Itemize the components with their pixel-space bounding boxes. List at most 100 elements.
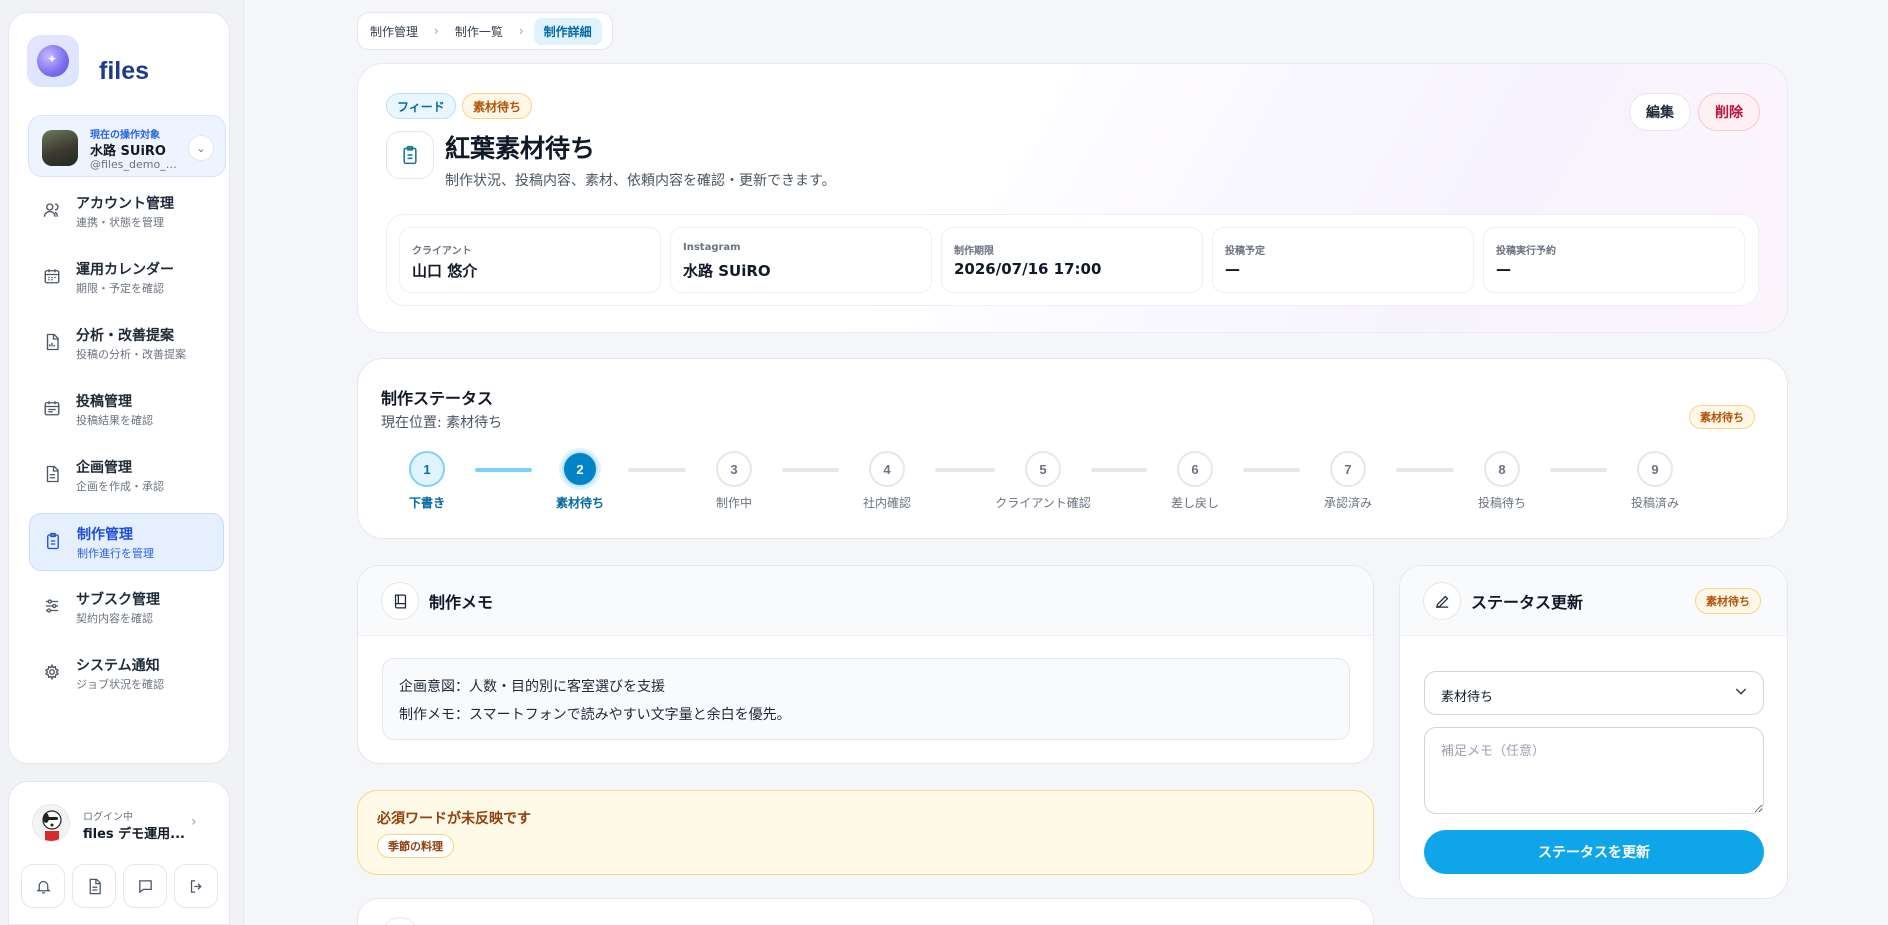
status-badge: 素材待ち: [1695, 588, 1761, 614]
step-4-label: 社内確認: [862, 496, 911, 510]
sidebar-item-notifications[interactable]: システム通知 ジョブ状況を確認: [29, 645, 224, 703]
info-label: Instagram: [683, 242, 741, 253]
sidebar-item-calendar[interactable]: 運用カレンダー 期限・予定を確認: [29, 249, 224, 307]
docs-button[interactable]: [72, 864, 116, 908]
user-name[interactable]: files デモ運用...: [83, 823, 185, 842]
status-select[interactable]: 素材待ち: [1424, 671, 1764, 715]
account-switcher[interactable]: 現在の操作対象 水路 SUiRO @files_demo_suiro ⌄: [28, 115, 226, 177]
sidebar-item-subscription[interactable]: サブスク管理 契約内容を確認: [29, 579, 224, 637]
sidebar-item-label: 運用カレンダー: [76, 262, 174, 278]
step-8-circle: 8: [1484, 451, 1520, 487]
memo-header: [358, 566, 1373, 636]
step-connector: [1243, 468, 1300, 472]
status-select-value: 素材待ち: [1441, 690, 1494, 705]
step-6-circle: 6: [1177, 451, 1213, 487]
avatar[interactable]: [32, 804, 70, 842]
step-4-circle: 4: [869, 451, 905, 487]
memo-line: 制作メモ：スマートフォンで読みやすい文字量と余白を優先。: [399, 707, 791, 723]
logout-icon: [188, 878, 205, 895]
info-value: —: [1496, 260, 1511, 278]
book-icon: [381, 582, 419, 620]
section-title: 制作メモ: [429, 593, 494, 612]
info-label: 投稿予定: [1225, 246, 1265, 257]
info-summary: クライアント 山口 悠介 Instagram 水路 SUiRO 制作期限 202…: [386, 214, 1759, 306]
production-status: 制作ステータス 現在位置: 素材待ち 素材待ち 1 下書き 2 素材待ち 3 制作中 4 社内…: [357, 358, 1788, 539]
status-badge: 素材待ち: [462, 93, 533, 119]
sidebar-item-planning[interactable]: 企画管理 企画を作成・承認: [29, 447, 224, 505]
section-icon: [381, 917, 419, 925]
sidebar-item-sub: 投稿結果を確認: [76, 414, 153, 427]
sidebar-item-label: 制作管理: [77, 527, 133, 543]
sidebar-item-posts[interactable]: 投稿管理 投稿結果を確認: [29, 381, 224, 439]
info-label: 制作期限: [954, 246, 994, 257]
gear-icon: [43, 663, 61, 681]
required-word-chip: 季節の料理: [377, 834, 454, 858]
sidebar-item-account[interactable]: アカウント管理 連携・状態を管理: [29, 183, 224, 241]
sidebar-item-label: 分析・改善提案: [76, 328, 174, 344]
chevron-down-icon[interactable]: ⌄: [188, 135, 214, 161]
step-9-circle: 9: [1637, 451, 1673, 487]
clipboard-icon: [386, 131, 434, 179]
step-1-circle: 1: [409, 451, 445, 487]
bell-button[interactable]: [21, 864, 65, 908]
section-title: 制作ステータス: [381, 389, 494, 408]
warning-title: 必須ワードが未反映です: [377, 811, 531, 827]
info-value: 2026/07/16 17:00: [954, 260, 1102, 278]
status-badge: 素材待ち: [1689, 405, 1755, 429]
next-section-card: [357, 898, 1374, 925]
pencil-icon: [1423, 582, 1461, 620]
sidebar-item-sub: 契約内容を確認: [76, 612, 153, 625]
step-7-circle: 7: [1330, 451, 1366, 487]
step-2-label: 素材待ち: [555, 496, 604, 510]
sidebar-item-label: システム通知: [76, 658, 160, 674]
sidebar-item-analytics[interactable]: 分析・改善提案 投稿の分析・改善提案: [29, 315, 224, 373]
sidebar-item-sub: 投稿の分析・改善提案: [76, 348, 186, 361]
info-deadline: 制作期限 2026/07/16 17:00: [941, 227, 1203, 293]
chevron-right-icon: ›: [518, 24, 524, 38]
step-connector: [935, 468, 995, 472]
user-panel: ログイン中 files デモ運用... ›: [8, 781, 230, 925]
clipboard-icon: [44, 532, 62, 550]
breadcrumb-item[interactable]: 制作管理: [364, 19, 424, 44]
sidebar-panel: files 現在の操作対象 水路 SUiRO @files_demo_suiro…: [8, 12, 230, 764]
note-textarea[interactable]: [1424, 727, 1764, 814]
chat-icon: [137, 878, 154, 895]
users-icon: [43, 201, 61, 219]
calendar-icon: [43, 267, 61, 285]
page-description: 制作状況、投稿内容、素材、依頼内容を確認・更新できます。: [445, 173, 836, 189]
delete-button[interactable]: 削除: [1698, 93, 1760, 131]
step-8-label: 投稿待ち: [1477, 496, 1526, 510]
update-status-button[interactable]: ステータスを更新: [1424, 830, 1764, 874]
memo-body: 企画意図：人数・目的別に客室選びを支援 制作メモ：スマートフォンで読みやすい文字…: [382, 658, 1350, 740]
status-update-panel: ステータス更新 素材待ち 素材待ち ステータスを更新: [1399, 565, 1788, 899]
chat-button[interactable]: [123, 864, 167, 908]
sidebar-item-sub: 制作進行を管理: [77, 547, 154, 560]
memo-line: 企画意図：人数・目的別に客室選びを支援: [399, 679, 665, 695]
logout-button[interactable]: [174, 864, 218, 908]
info-label: 投稿実行予約: [1496, 246, 1556, 257]
app-logo-text: files: [99, 57, 150, 85]
step-connector: [1396, 468, 1454, 472]
step-connector: [1091, 468, 1147, 472]
app-logo-icon[interactable]: [27, 35, 79, 87]
breadcrumb: 制作管理 › 制作一覧 › 制作詳細: [357, 12, 613, 50]
breadcrumb-item[interactable]: 制作一覧: [449, 19, 509, 44]
step-6-label: 差し戻し: [1170, 496, 1219, 510]
breadcrumb-current: 制作詳細: [533, 17, 602, 45]
info-label: クライアント: [412, 246, 472, 257]
account-name: 水路 SUiRO: [90, 144, 166, 159]
step-7-label: 承認済み: [1323, 496, 1372, 510]
chevron-down-icon: [1733, 683, 1749, 699]
chevron-right-icon[interactable]: ›: [191, 814, 197, 830]
sidebar-item-production[interactable]: 制作管理 制作進行を管理: [29, 513, 224, 571]
sidebar-item-label: 投稿管理: [76, 394, 132, 410]
edit-button[interactable]: 編集: [1629, 93, 1691, 131]
info-instagram: Instagram 水路 SUiRO: [670, 227, 932, 293]
account-handle: @files_demo_suiro: [90, 158, 182, 171]
step-3-label: 制作中: [715, 496, 752, 510]
sidebar-item-label: アカウント管理: [76, 196, 174, 212]
info-value: —: [1225, 260, 1240, 278]
production-header: フィード 素材待ち 紅葉素材待ち 制作状況、投稿内容、素材、依頼内容を確認・更新…: [357, 63, 1788, 333]
info-scheduled: 投稿予定 —: [1212, 227, 1474, 293]
step-connector: [628, 468, 686, 472]
